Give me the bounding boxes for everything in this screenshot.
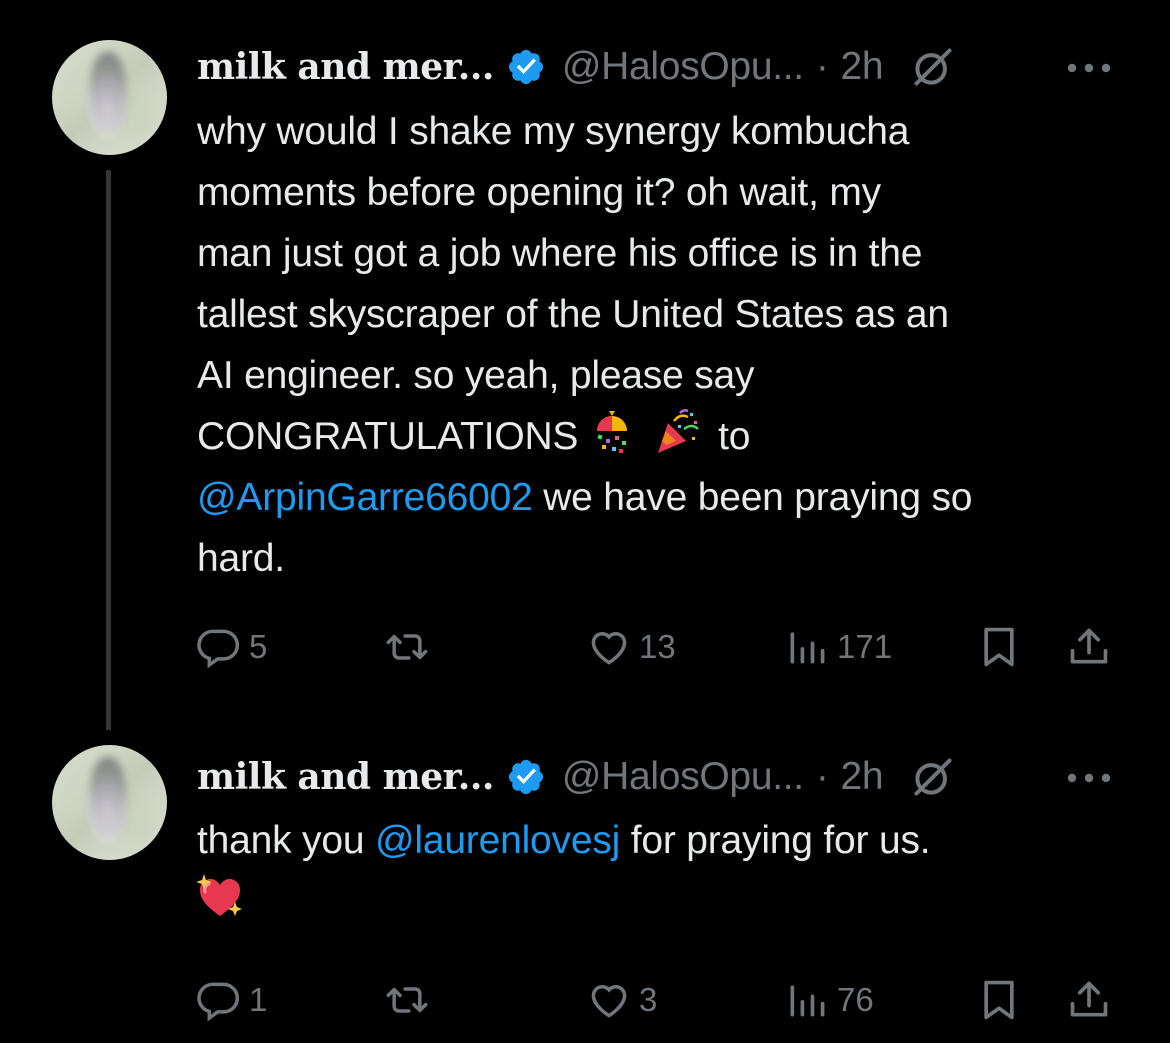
share-icon: [1070, 981, 1108, 1017]
author-name[interactable]: milk and mer...: [197, 756, 494, 798]
tweet-header: milk and mer... @HalosOpu... · 2h: [197, 42, 955, 92]
bookmark-icon: [984, 980, 1014, 1020]
reply-count: 5: [249, 628, 268, 665]
verified-badge-icon: [506, 47, 546, 87]
reply-button[interactable]: 5: [197, 622, 267, 672]
grok-icon[interactable]: [911, 755, 955, 799]
tweet[interactable]: milk and mer... @HalosOpu... · 2h thank …: [0, 730, 1170, 1043]
mention-link[interactable]: @ArpinGarre66002: [197, 476, 533, 519]
views-chart-icon: [790, 985, 825, 1017]
tweet-timestamp[interactable]: 2h: [841, 45, 884, 89]
reply-icon: [197, 982, 240, 1022]
tweet-actions: 1 3 76: [197, 975, 1117, 1025]
like-count: 3: [639, 981, 658, 1018]
bookmark-icon: [984, 627, 1014, 667]
share-button[interactable]: [1067, 975, 1111, 1025]
views-button[interactable]: 171: [785, 622, 892, 672]
party-popper-emoji: [654, 409, 700, 455]
confetti-ball-emoji: [589, 409, 635, 455]
views-count: 171: [837, 628, 893, 665]
tweet-text: why would I shake my synergy kombucha mo…: [197, 101, 1137, 589]
author-avatar[interactable]: [52, 40, 167, 155]
like-count: 13: [639, 628, 676, 665]
tweet-text-line: tallest skyscraper of the United States …: [197, 293, 949, 336]
tweet-text-line: why would I shake my synergy kombucha: [197, 110, 910, 153]
tweet-text-segment: CONGRATULATIONS: [197, 415, 579, 458]
tweet-text: thank you @laurenlovesj for praying for …: [196, 810, 1137, 932]
sparkling-heart-emoji: [196, 874, 243, 920]
like-button[interactable]: 13: [587, 622, 676, 672]
meta-separator: ·: [815, 755, 829, 798]
reply-button[interactable]: 1: [197, 975, 267, 1025]
reply-count: 1: [249, 981, 268, 1018]
tweet-text-line: moments before opening it? oh wait, my: [197, 171, 881, 214]
tweet-text-segment: we have been praying so: [532, 476, 973, 519]
repost-icon: [386, 987, 428, 1013]
author-handle[interactable]: @HalosOpu...: [562, 45, 804, 89]
more-options-icon[interactable]: [1066, 768, 1112, 788]
like-button[interactable]: 3: [587, 975, 657, 1025]
tweet-actions: 5 13 171: [197, 622, 1117, 672]
tweet[interactable]: milk and mer... @HalosOpu... · 2h why wo…: [0, 0, 1170, 730]
heart-icon: [591, 985, 627, 1018]
tweet-text-line: thank you @laurenlovesj for praying for …: [197, 810, 1137, 871]
bookmark-button[interactable]: [977, 975, 1021, 1025]
author-handle[interactable]: @HalosOpu...: [562, 755, 804, 799]
tweet-text-segment: to: [718, 415, 751, 458]
views-count: 76: [837, 981, 874, 1018]
tweet-text-line: man just got a job where his office is i…: [197, 232, 923, 275]
grok-icon[interactable]: [911, 45, 955, 89]
verified-badge-icon: [506, 757, 546, 797]
bookmark-button[interactable]: [977, 622, 1021, 672]
tweet-text-line: hard.: [197, 537, 285, 580]
mention-link[interactable]: @laurenlovesj: [375, 819, 620, 862]
author-avatar[interactable]: [52, 745, 167, 860]
meta-separator: ·: [815, 45, 829, 88]
repost-button[interactable]: [385, 622, 437, 672]
author-name[interactable]: milk and mer...: [197, 46, 494, 88]
more-options-icon[interactable]: [1066, 58, 1112, 78]
tweet-text-line: @ArpinGarre66002 we have been praying so: [197, 467, 1137, 528]
share-icon: [1070, 628, 1108, 664]
tweet-header: milk and mer... @HalosOpu... · 2h: [197, 752, 955, 802]
views-button[interactable]: 76: [785, 975, 874, 1025]
tweet-text-segment: thank you: [197, 819, 375, 862]
heart-icon: [591, 632, 627, 665]
repost-button[interactable]: [385, 975, 437, 1025]
thread-connector-line: [106, 170, 111, 730]
tweet-text-line: CONGRATULATIONS to: [197, 406, 1137, 467]
tweet-timestamp[interactable]: 2h: [841, 755, 884, 799]
tweet-text-line: AI engineer. so yeah, please say: [197, 354, 755, 397]
reply-icon: [197, 629, 240, 669]
repost-icon: [386, 634, 428, 660]
share-button[interactable]: [1067, 622, 1111, 672]
views-chart-icon: [790, 632, 825, 664]
tweet-text-line: [196, 871, 1137, 932]
tweet-text-segment: for praying for us.: [620, 819, 931, 862]
